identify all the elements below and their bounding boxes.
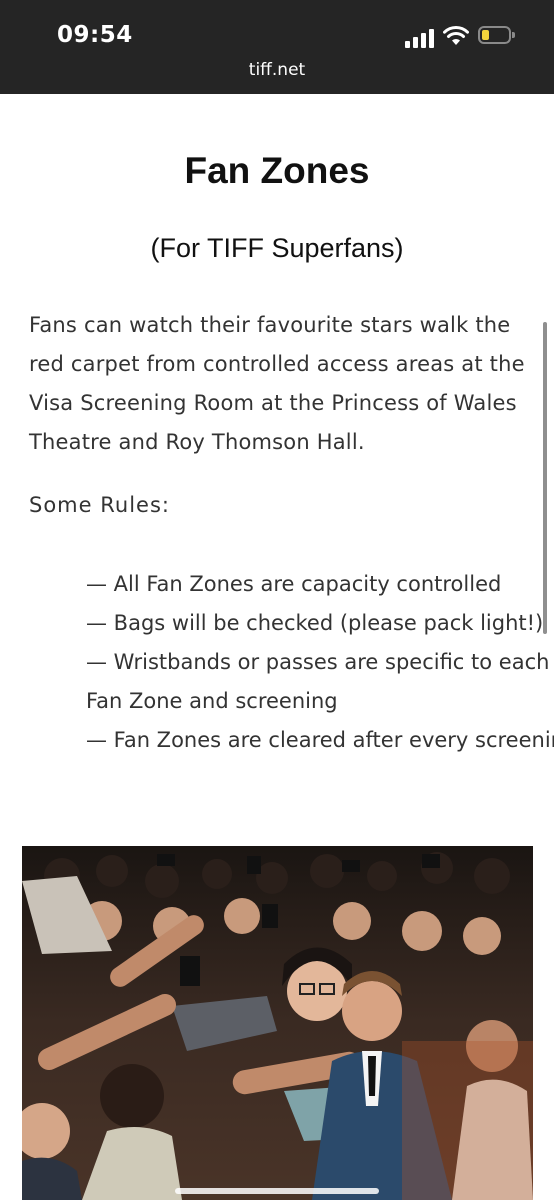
rule-item: — All Fan Zones are capacity controlled: [86, 572, 502, 596]
cellular-signal-icon: [405, 28, 435, 48]
status-time: 09:54: [57, 22, 133, 48]
wifi-icon: [443, 26, 469, 45]
status-bar: 09:54 tiff.net: [0, 0, 554, 94]
address-bar-url[interactable]: tiff.net: [0, 60, 554, 80]
page-subtitle: (For TIFF Superfans): [150, 233, 404, 263]
battery-icon: [478, 26, 515, 44]
rules-list: — All Fan Zones are capacity controlled …: [86, 565, 554, 760]
home-indicator[interactable]: [175, 1188, 379, 1194]
rules-heading: Some Rules:: [29, 493, 170, 517]
intro-paragraph: Fans can watch their favourite stars wal…: [29, 313, 525, 454]
rule-item: — Fan Zones are cleared after every scre…: [86, 728, 554, 752]
rule-item: — Wristbands or passes are specific to e…: [86, 650, 550, 713]
rule-item: — Bags will be checked (please pack ligh…: [86, 611, 544, 635]
scrollbar[interactable]: [543, 322, 547, 634]
page-title: Fan Zones: [184, 150, 370, 191]
fan-zone-crowd-photo: [22, 846, 533, 1200]
